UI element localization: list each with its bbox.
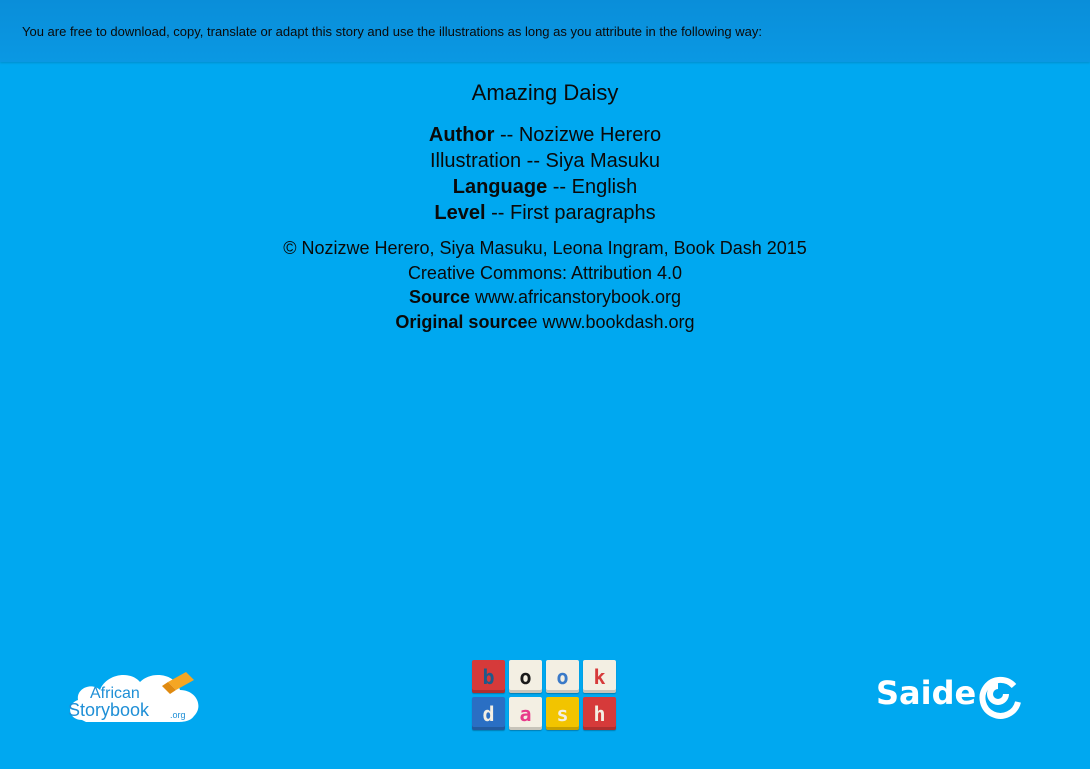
source-label: Source xyxy=(408,287,470,307)
story-title: Amazing Daisy xyxy=(471,80,619,105)
license-line: Creative Commons: Attribution 4.0 xyxy=(407,262,683,283)
asb-line2: Storybook xyxy=(68,700,150,720)
license-block: © Nozizwe Herero, Siya Masuku, Leona Ing… xyxy=(0,236,1090,334)
book-dash-tile: o xyxy=(509,660,542,693)
saide-logo: Saide xyxy=(876,674,1021,719)
author-row: Author -- Nozizwe Herero xyxy=(0,122,1090,148)
illustration-row: Illustration -- Siya Masuku xyxy=(429,150,661,172)
level-value: -- First paragraphs xyxy=(485,202,656,224)
saide-wordmark: Saide xyxy=(876,674,976,712)
book-dash-logo: bookdash xyxy=(472,660,618,732)
saide-swirl-icon xyxy=(979,676,1021,719)
original-source-label: Original source xyxy=(395,311,528,332)
copyright-line: © Nozizwe Herero, Siya Masuku, Leona Ing… xyxy=(283,238,807,258)
story-meta: Author -- Nozizwe Herero Illustration --… xyxy=(0,122,1090,226)
author-label: Author xyxy=(428,124,495,146)
book-dash-tile: k xyxy=(583,660,616,693)
language-value: -- English xyxy=(547,176,638,198)
book-dash-tile: s xyxy=(546,697,579,730)
book-dash-tile: o xyxy=(546,660,579,693)
attribution-banner: You are free to download, copy, translat… xyxy=(0,0,1090,62)
original-source-line: Original sourcee www.bookdash.org xyxy=(0,310,1090,335)
source-link[interactable]: www.africanstorybook.org xyxy=(470,287,681,307)
book-dash-tile: d xyxy=(472,697,505,730)
author-value: -- Nozizwe Herero xyxy=(494,124,662,146)
credits-block: Amazing Daisy Author -- Nozizwe Herero I… xyxy=(0,78,1090,334)
language-label: Language xyxy=(452,176,548,198)
level-label: Level xyxy=(434,202,486,224)
source-line: Source www.africanstorybook.org xyxy=(0,285,1090,310)
book-dash-tile: a xyxy=(509,697,542,730)
language-row: Language -- English xyxy=(0,174,1090,200)
attribution-notice: You are free to download, copy, translat… xyxy=(22,24,762,39)
book-dash-tile: b xyxy=(472,660,505,693)
african-storybook-logo: African Storybook .org xyxy=(68,672,199,722)
asb-suffix: .org xyxy=(170,710,186,720)
original-source-link[interactable]: e www.bookdash.org xyxy=(527,312,694,332)
level-row: Level -- First paragraphs xyxy=(0,200,1090,226)
book-dash-tile: h xyxy=(583,697,616,730)
